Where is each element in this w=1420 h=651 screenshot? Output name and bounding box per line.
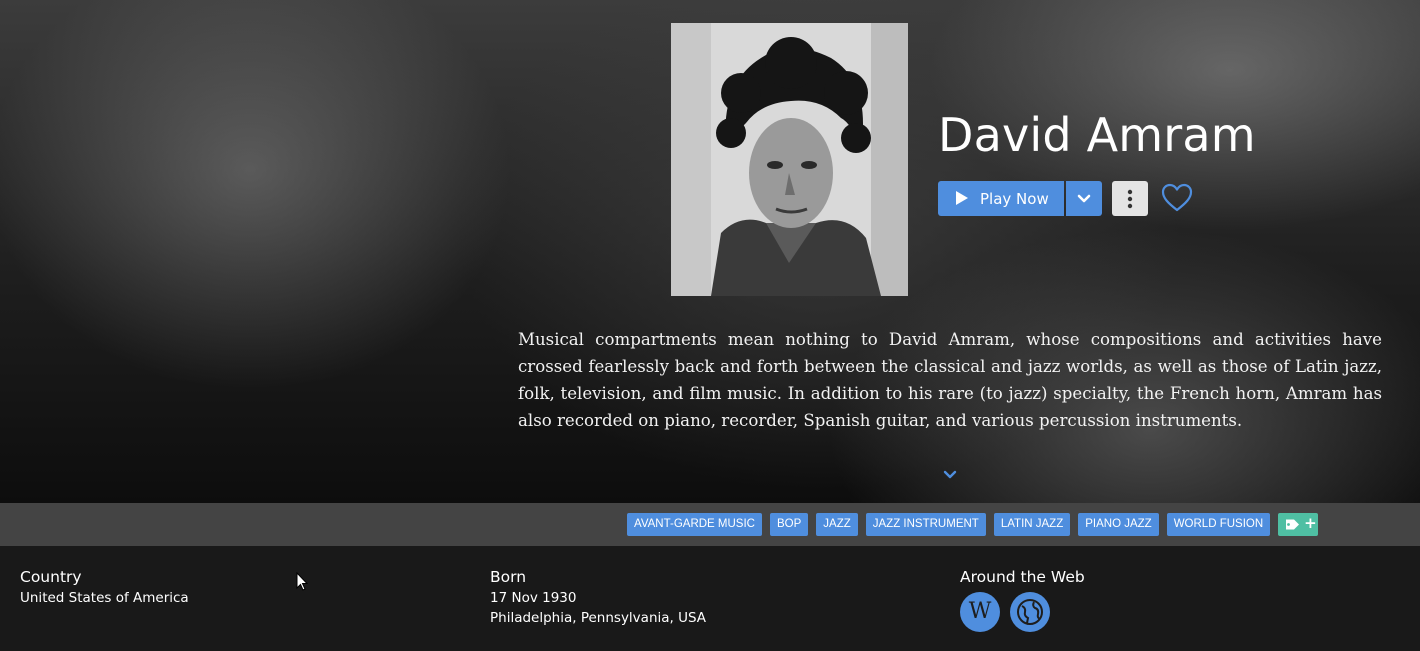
more-options-button[interactable]: [1112, 181, 1148, 216]
born-date: 17 Nov 1930: [490, 590, 577, 606]
country-value: United States of America: [20, 590, 189, 606]
play-options-dropdown-button[interactable]: [1066, 181, 1102, 216]
web-links: W: [960, 592, 1085, 632]
website-link[interactable]: [1010, 592, 1050, 632]
add-tag-button[interactable]: +: [1278, 513, 1319, 536]
globe-icon: [1017, 599, 1043, 625]
genre-tag-bar: AVANT-GARDE MUSIC BOP JAZZ JAZZ INSTRUME…: [0, 503, 1420, 546]
genre-tag-list: AVANT-GARDE MUSIC BOP JAZZ JAZZ INSTRUME…: [627, 513, 1319, 536]
play-icon: [956, 191, 968, 205]
country-block: Country United States of America: [20, 568, 189, 608]
genre-tag[interactable]: WORLD FUSION: [1166, 513, 1271, 536]
add-symbol: +: [1304, 514, 1317, 532]
wikipedia-link[interactable]: W: [960, 592, 1000, 632]
born-heading: Born: [490, 568, 527, 586]
genre-tag[interactable]: LATIN JAZZ: [993, 513, 1071, 536]
genre-tag[interactable]: JAZZ INSTRUMENT: [865, 513, 986, 536]
around-the-web-heading: Around the Web: [960, 568, 1085, 586]
around-the-web-block: Around the Web W: [960, 568, 1085, 632]
country-heading: Country: [20, 568, 82, 586]
artist-bio: Musical compartments mean nothing to Dav…: [518, 330, 1382, 430]
mouse-cursor: [296, 572, 308, 591]
chevron-down-icon: [1077, 194, 1091, 203]
genre-tag[interactable]: PIANO JAZZ: [1078, 513, 1159, 536]
artist-hero: David Amram Play Now Musical compartment…: [0, 0, 1420, 503]
more-vertical-icon: [1127, 189, 1133, 209]
genre-tag[interactable]: AVANT-GARDE MUSIC: [627, 513, 762, 536]
wikipedia-icon: W: [968, 599, 992, 624]
genre-tag[interactable]: BOP: [769, 513, 809, 536]
play-now-button[interactable]: Play Now: [938, 181, 1064, 216]
heart-icon: [1161, 183, 1193, 212]
born-place: Philadelphia, Pennsylvania, USA: [490, 610, 707, 626]
chevron-down-icon: [943, 470, 957, 479]
play-now-label: Play Now: [980, 190, 1049, 208]
artist-photo: [671, 23, 908, 296]
artist-info-section: Country United States of America Born 17…: [0, 546, 1420, 651]
artist-name: David Amram: [938, 108, 1256, 162]
genre-tag[interactable]: JAZZ: [816, 513, 858, 536]
born-block: Born 17 Nov 1930 Philadelphia, Pennsylva…: [490, 568, 706, 628]
favorite-button[interactable]: [1160, 182, 1194, 214]
expand-bio-button[interactable]: [942, 466, 958, 479]
tag-icon: [1286, 519, 1300, 530]
